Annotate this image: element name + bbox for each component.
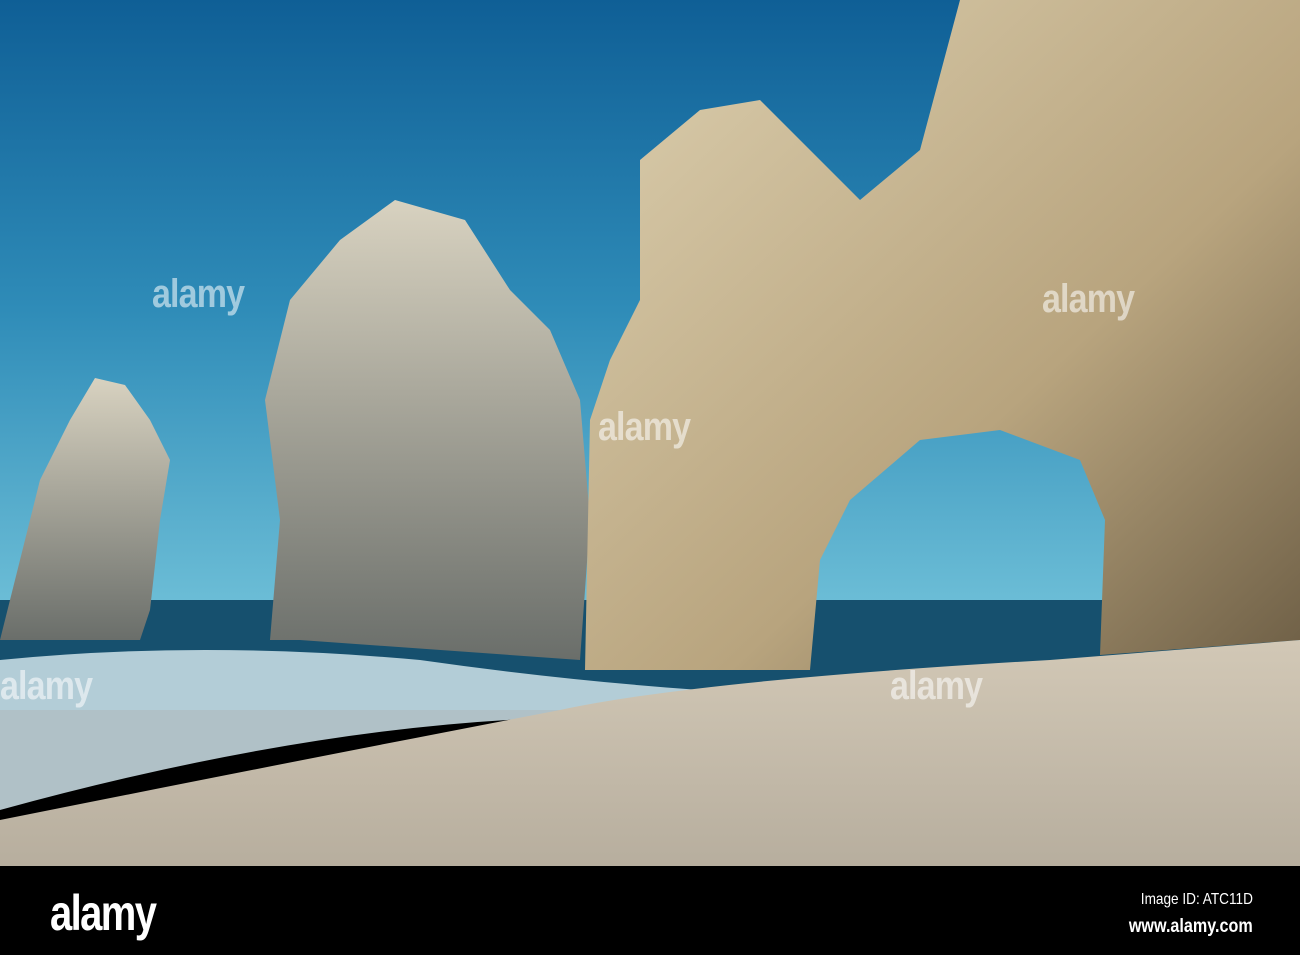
watermark: alamy — [152, 272, 245, 316]
website-link: www.alamy.com — [1129, 916, 1253, 937]
alamy-logo: alamy — [50, 885, 157, 941]
watermark: alamy — [0, 664, 93, 708]
footer-bar: alamy Image ID: ATC11D www.alamy.com — [0, 866, 1300, 955]
image-id: Image ID: ATC11D — [1140, 891, 1253, 908]
watermark: alamy — [598, 405, 691, 449]
watermark: alamy — [890, 664, 983, 708]
watermark: alamy — [1042, 277, 1135, 321]
